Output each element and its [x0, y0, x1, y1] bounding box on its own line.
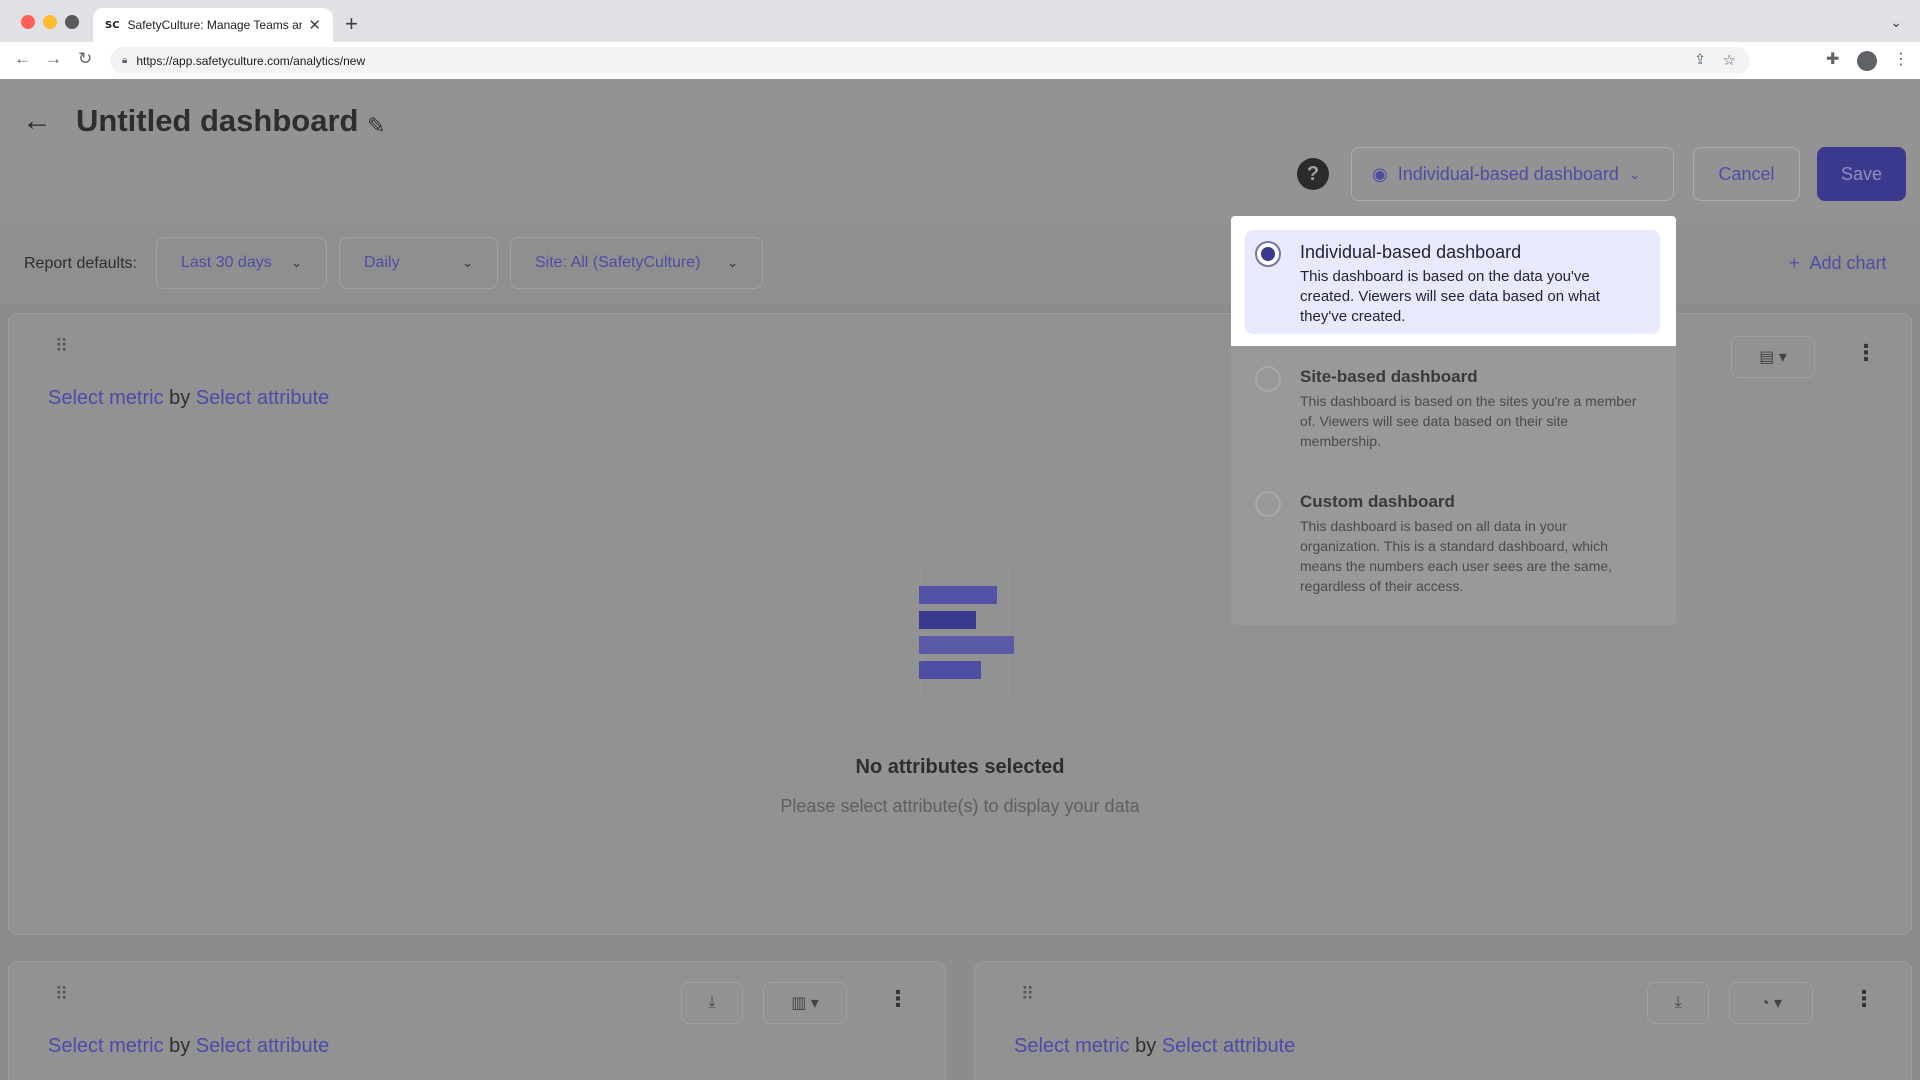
site-dropdown[interactable]: Site: All (SafetyCulture) ⌄: [510, 237, 763, 289]
browser-tab[interactable]: SC SafetyCulture: Manage Teams and ... ✕: [93, 8, 333, 42]
metric-selector-line: Select metric by Select attribute: [48, 1035, 329, 1058]
illustration-bar: [919, 636, 1014, 654]
option-custom[interactable]: Custom dashboard This dashboard is based…: [1245, 480, 1660, 606]
eye-icon: ◉: [1372, 163, 1388, 184]
date-range-dropdown[interactable]: Last 30 days ⌄: [156, 237, 327, 289]
date-range-value: Last 30 days: [181, 254, 272, 271]
chart-type-icon: ▤ ▾: [1759, 349, 1787, 366]
dashboard-type-popover: Individual-based dashboard This dashboar…: [1231, 216, 1676, 625]
site-value: Site: All (SafetyCulture): [535, 254, 701, 271]
chevron-down-icon: ⌄: [727, 255, 738, 270]
view-selector-label: Individual-based dashboard: [1397, 163, 1619, 184]
option-description: This dashboard is based on the sites you…: [1300, 393, 1637, 449]
question-icon[interactable]: ?: [1297, 158, 1329, 190]
cancel-button[interactable]: Cancel: [1693, 147, 1800, 201]
browser-toolbar: ← → ↻ 🔒︎ https://app.safetyculture.com/a…: [0, 42, 1920, 79]
view-selector-button[interactable]: ◉ Individual-based dashboard ⌄: [1351, 147, 1674, 201]
download-icon: ⤓: [1674, 994, 1682, 1011]
close-tab-icon[interactable]: ✕: [308, 16, 321, 34]
option-title: Custom dashboard: [1300, 492, 1455, 511]
radio-selected-icon[interactable]: [1255, 241, 1281, 267]
maximize-window-button[interactable]: [65, 15, 79, 29]
extensions-icon[interactable]: ✚: [1826, 49, 1839, 69]
interval-dropdown[interactable]: Daily ⌄: [339, 237, 498, 289]
by-label: by: [169, 387, 191, 409]
bookmark-star-icon[interactable]: ☆: [1723, 51, 1736, 69]
minimize-window-button[interactable]: [43, 15, 57, 29]
chart-type-button[interactable]: ◔ ▾: [1729, 982, 1813, 1024]
back-nav-icon[interactable]: ←: [14, 49, 31, 69]
drag-handle-icon[interactable]: ⠿: [55, 984, 68, 1005]
chart-type-icon: ◔ ▾: [1759, 995, 1783, 1012]
url-text: https://app.safetyculture.com/analytics/…: [136, 53, 366, 68]
chart-card: ⠿ Select metric by Select attribute ⤓ ▥ …: [8, 961, 946, 1080]
chart-type-button[interactable]: ▤ ▾: [1731, 336, 1815, 378]
close-window-button[interactable]: [21, 15, 35, 29]
share-icon[interactable]: ⇪: [1694, 51, 1706, 68]
empty-state-title: No attributes selected: [855, 756, 1065, 778]
select-metric-link[interactable]: Select metric: [1014, 1035, 1130, 1057]
window-controls: [21, 15, 79, 29]
select-attribute-link[interactable]: Select attribute: [196, 1035, 329, 1057]
new-tab-button[interactable]: +: [345, 11, 358, 37]
drag-handle-icon[interactable]: ⠿: [1021, 984, 1034, 1005]
illustration-bar: [919, 661, 981, 679]
save-button[interactable]: Save: [1817, 147, 1906, 201]
browser-chrome: SC SafetyCulture: Manage Teams and ... ✕…: [0, 0, 1920, 79]
option-description: This dashboard is based on all data in y…: [1300, 518, 1613, 594]
add-chart-button[interactable]: + Add chart: [1789, 253, 1887, 274]
browser-menu-icon[interactable]: ⋮: [1893, 49, 1909, 69]
option-title: Site-based dashboard: [1300, 367, 1478, 386]
favicon-icon: SC: [105, 19, 120, 31]
download-button[interactable]: ⤓: [1647, 982, 1709, 1024]
option-title: Individual-based dashboard: [1300, 242, 1522, 262]
by-label: by: [169, 1035, 191, 1057]
download-icon: ⤓: [708, 994, 716, 1011]
select-attribute-link[interactable]: Select attribute: [1162, 1035, 1295, 1057]
page-title: Untitled dashboard: [76, 103, 359, 138]
metric-selector-line: Select metric by Select attribute: [1014, 1035, 1295, 1058]
profile-avatar-icon[interactable]: [1857, 51, 1877, 71]
chevron-down-icon: ⌄: [1628, 165, 1641, 182]
illustration-bar: [919, 611, 976, 629]
empty-chart-illustration: [919, 566, 1014, 694]
tab-title: SafetyCulture: Manage Teams and ...: [127, 18, 303, 32]
chevron-down-icon: ⌄: [291, 255, 302, 270]
radio-unselected-icon[interactable]: [1255, 491, 1281, 517]
radio-unselected-icon[interactable]: [1255, 366, 1281, 392]
lock-icon: 🔒︎: [122, 55, 128, 66]
select-metric-link[interactable]: Select metric: [48, 387, 164, 409]
kebab-icon[interactable]: ⋮: [887, 986, 909, 1012]
kebab-icon[interactable]: ⋮: [1855, 340, 1877, 366]
chevron-down-icon: ⌄: [462, 255, 473, 270]
empty-state-subtitle: Please select attribute(s) to display yo…: [780, 796, 1140, 816]
interval-value: Daily: [364, 254, 400, 271]
chart-type-icon: ▥ ▾: [791, 995, 819, 1012]
page-header: ← Untitled dashboard ✎ ? ◉ Individual-ba…: [0, 79, 1920, 225]
kebab-icon[interactable]: ⋮: [1853, 986, 1875, 1012]
option-description: This dashboard is based on the data you'…: [1300, 268, 1600, 325]
option-site-based[interactable]: Site-based dashboard This dashboard is b…: [1245, 355, 1660, 461]
chart-type-button[interactable]: ▥ ▾: [763, 982, 847, 1024]
drag-handle-icon[interactable]: ⠿: [55, 336, 68, 357]
tab-search-icon[interactable]: ⌄: [1890, 14, 1902, 31]
address-bar[interactable]: 🔒︎ https://app.safetyculture.com/analyti…: [110, 47, 1750, 74]
chart-card: ⠿ Select metric by Select attribute ⤓ ◔ …: [974, 961, 1912, 1080]
pencil-icon[interactable]: ✎: [367, 113, 385, 139]
arrow-left-icon[interactable]: ←: [22, 104, 52, 138]
select-attribute-link[interactable]: Select attribute: [196, 387, 329, 409]
add-chart-label: Add chart: [1809, 253, 1887, 273]
report-defaults-label: Report defaults:: [24, 255, 137, 272]
by-label: by: [1135, 1035, 1157, 1057]
metric-selector-line: Select metric by Select attribute: [48, 387, 329, 410]
illustration-bar: [919, 586, 997, 604]
forward-nav-icon[interactable]: →: [45, 49, 62, 69]
reload-icon[interactable]: ↻: [78, 49, 92, 69]
download-button[interactable]: ⤓: [681, 982, 743, 1024]
option-individual-based[interactable]: Individual-based dashboard This dashboar…: [1245, 230, 1660, 334]
select-metric-link[interactable]: Select metric: [48, 1035, 164, 1057]
